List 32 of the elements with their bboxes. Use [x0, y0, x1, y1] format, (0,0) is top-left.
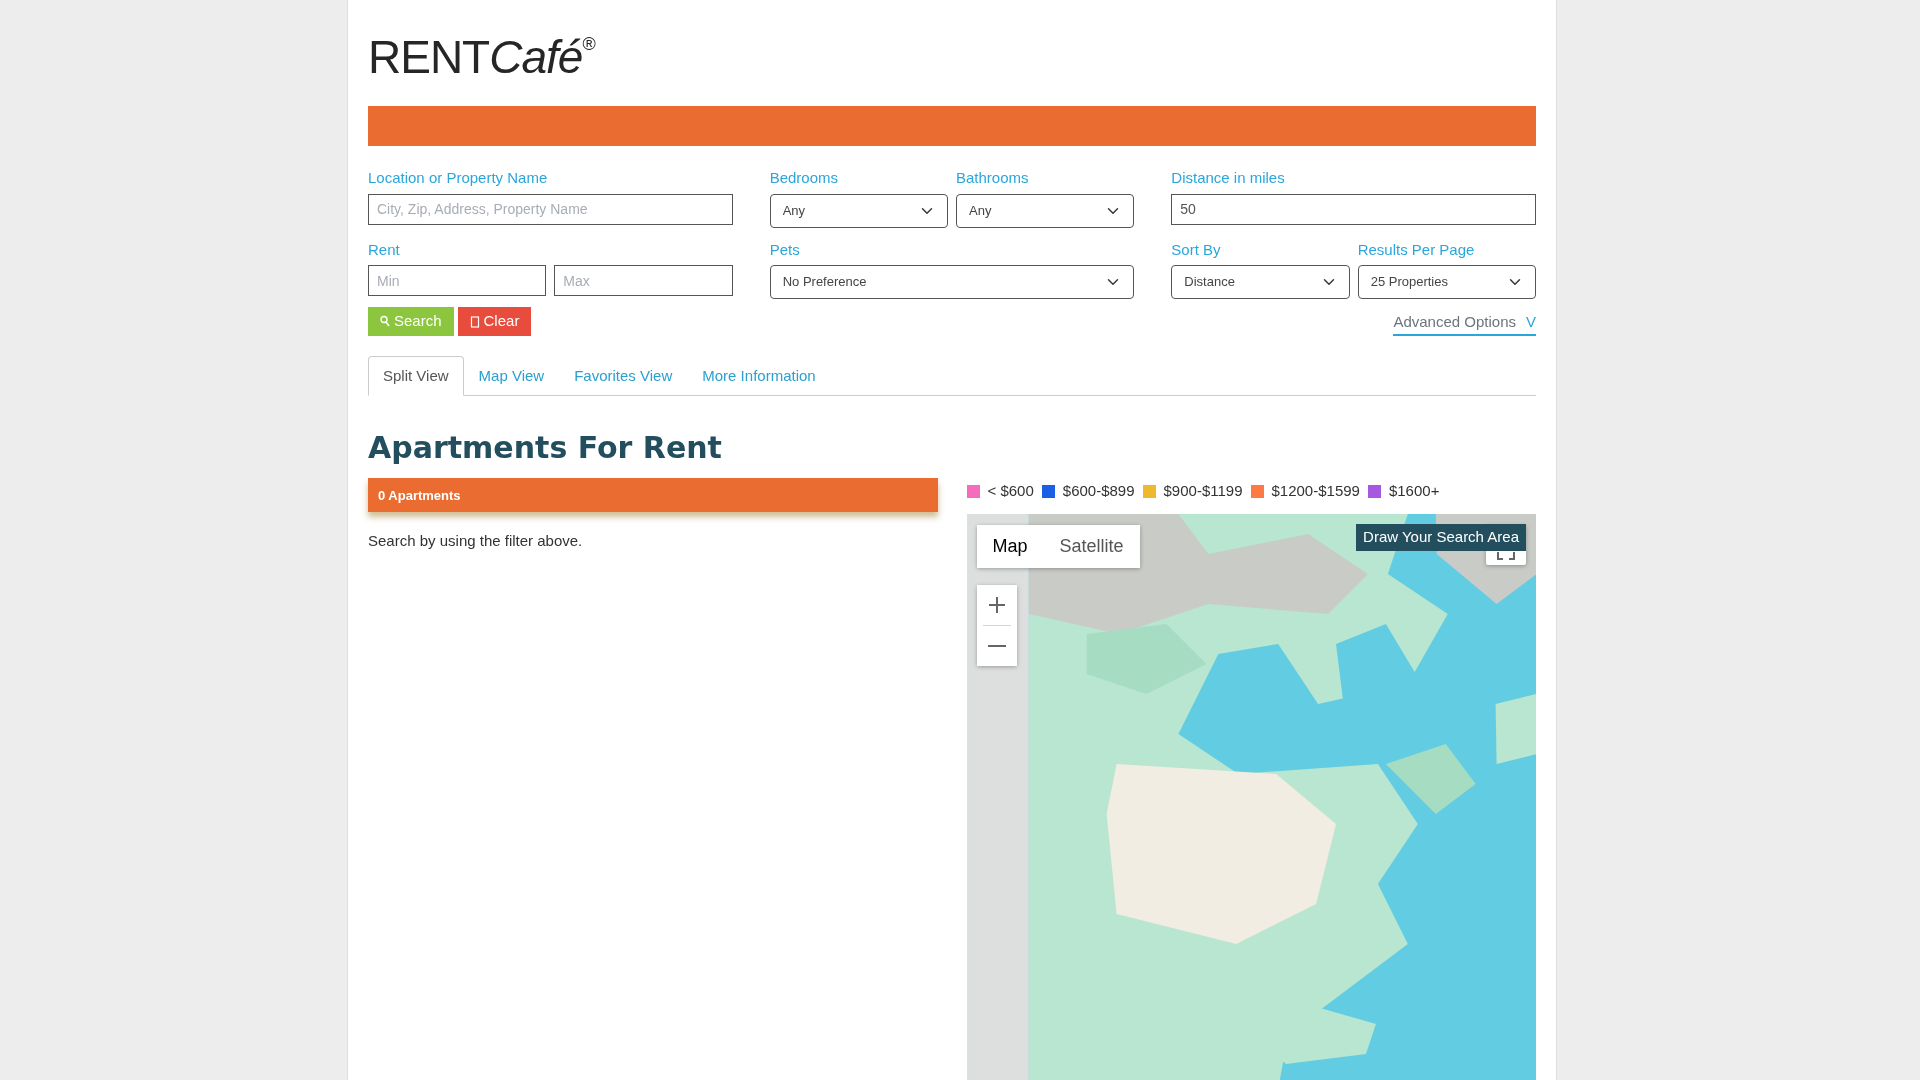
- field-label: Bathrooms: [956, 168, 1029, 188]
- draw-area-tooltip: Draw Your Search Area: [1356, 524, 1526, 551]
- logo: RENTCafé$^{®}$: [368, 30, 597, 85]
- text-field[interactable]: Min: [368, 265, 547, 296]
- field-label: Pets: [769, 239, 800, 260]
- dropdown[interactable]: Any: [956, 193, 1135, 228]
- field-label: Location or Property Name: [368, 168, 548, 188]
- field-label: Results Per Page: [1357, 239, 1475, 260]
- page-title: Apartments For Rent: [368, 430, 723, 466]
- legend-label: < $600: [987, 480, 1034, 501]
- field-label: Bedrooms: [769, 168, 839, 188]
- field-label: Sort By: [1171, 239, 1221, 260]
- text-field[interactable]: City, Zip, Address, Property Name: [368, 193, 733, 225]
- legend-label: $600-$899: [1062, 480, 1135, 501]
- map-type-tab[interactable]: Satellite: [1043, 525, 1140, 568]
- tab[interactable]: Split View: [368, 355, 464, 396]
- legend-label: $1600+: [1388, 480, 1440, 501]
- text-field[interactable]: 50: [1171, 193, 1536, 225]
- results-count-bar: 0 Apartments: [368, 478, 938, 512]
- advanced-options-link[interactable]: Advanced Options V: [1393, 311, 1536, 336]
- field-label: Rent: [368, 239, 400, 260]
- dropdown[interactable]: Distance: [1171, 265, 1350, 299]
- text-field[interactable]: Max: [554, 265, 733, 296]
- dropdown[interactable]: 25 Properties: [1357, 265, 1536, 299]
- empty-message: Search by using the filter above.: [368, 530, 584, 551]
- dropdown[interactable]: No Preference: [769, 265, 1135, 299]
- map-type-tab[interactable]: Map: [976, 525, 1044, 568]
- legend-label: $900-$1199: [1163, 480, 1243, 501]
- legend-label: $1200-$1599: [1271, 480, 1360, 501]
- dropdown[interactable]: Any: [769, 193, 948, 228]
- field-label: Distance in miles: [1171, 168, 1285, 188]
- clear-button[interactable]: Clear: [457, 307, 532, 336]
